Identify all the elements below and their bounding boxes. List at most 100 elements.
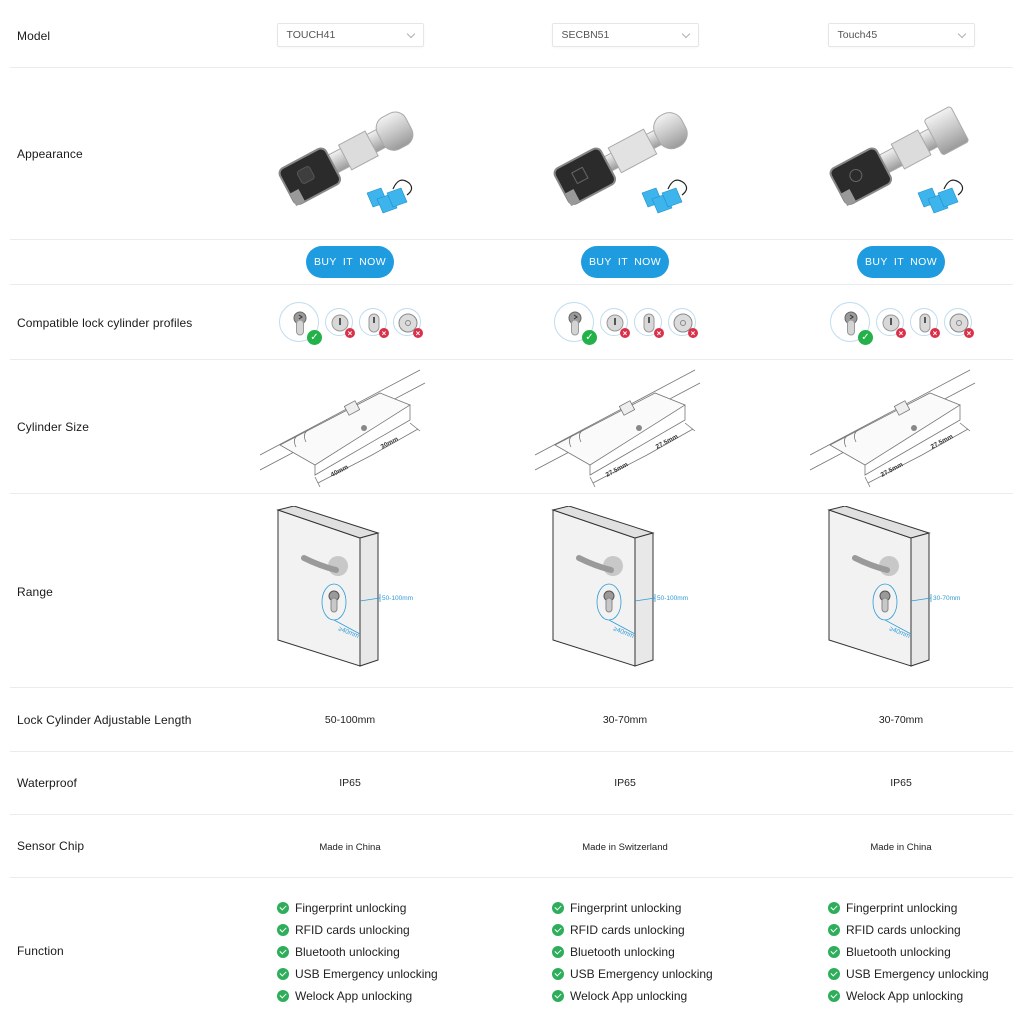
row-label-model: Model <box>17 29 51 43</box>
function-label: RFID cards unlocking <box>846 923 961 937</box>
cross-icon: × <box>654 328 664 338</box>
check-circle-icon <box>828 902 840 914</box>
door-range-illustration: 50-100mm≥40mm <box>551 506 688 667</box>
row-range: Range 50-100mm ≥40mm 50-100mm ≥40mm 30-70m… <box>10 494 1013 688</box>
sensor-chip-value: Made in China <box>319 841 381 853</box>
buy-cell-3: BUY IT NOW <box>816 246 986 278</box>
row-label-profiles: Compatible lock cylinder profiles <box>17 316 193 330</box>
round-profile-icon: × <box>325 308 355 338</box>
row-label-adjustable-length: Lock Cylinder Adjustable Length <box>17 713 192 727</box>
model-select-value: TOUCH41 <box>286 29 336 41</box>
check-circle-icon <box>552 990 564 1002</box>
model-select-2[interactable]: SECBN51 <box>551 23 699 47</box>
check-circle-icon <box>277 968 289 980</box>
cylinder-drawing-2: 27.5mm 27.5mm <box>535 365 705 489</box>
function-item: USB Emergency unlocking <box>828 963 989 985</box>
cross-icon: × <box>964 328 974 338</box>
check-circle-icon <box>277 924 289 936</box>
model-select-1[interactable]: TOUCH41 <box>276 23 424 47</box>
check-circle-icon <box>552 968 564 980</box>
oval-profile-icon: × <box>910 308 940 338</box>
product-image-3[interactable] <box>816 86 986 226</box>
cross-icon: × <box>930 328 940 338</box>
function-item: USB Emergency unlocking <box>277 963 438 985</box>
buy-it-now-button-3[interactable]: BUY IT NOW <box>857 246 945 278</box>
check-icon: ✓ <box>858 330 873 345</box>
function-item: USB Emergency unlocking <box>552 963 713 985</box>
cylinder-left-length: 40mm <box>330 464 350 479</box>
function-label: Fingerprint unlocking <box>570 901 682 915</box>
cross-icon: × <box>620 328 630 338</box>
row-profiles: Compatible lock cylinder profiles ✓ × × × ✓… <box>10 285 1013 360</box>
function-item: Fingerprint unlocking <box>828 897 989 919</box>
comparison-table: Model TOUCH41 SECBN51 Touch45 Appearance <box>10 0 1013 1024</box>
euro-profile-icon: ✓ <box>830 302 873 345</box>
chevron-down-icon <box>406 29 415 38</box>
waterproof-value: IP65 <box>339 777 361 789</box>
cylinder-illustration: 40mm 30mm <box>260 369 426 488</box>
check-circle-icon <box>828 946 840 958</box>
cylinder-illustration: 27.5mm27.5mm <box>535 369 701 488</box>
cross-icon: × <box>345 328 355 338</box>
function-item: RFID cards unlocking <box>277 919 438 941</box>
cross-icon: × <box>413 328 423 338</box>
profile-icons: ✓ × × × <box>830 302 974 345</box>
profiles-cell-1: ✓ × × × <box>265 300 435 345</box>
row-waterproof: Waterproof IP65 IP65 IP65 <box>10 752 1013 815</box>
function-label: Bluetooth unlocking <box>570 945 675 959</box>
door-range-illustration: 30-70mm≥40mm <box>827 506 960 667</box>
smart-lock-image <box>278 111 414 214</box>
round-disc-profile-icon: × <box>393 308 423 338</box>
oval-profile-icon: × <box>634 308 664 338</box>
function-label: Bluetooth unlocking <box>295 945 400 959</box>
cylinder-left-length: 27.5mm <box>605 461 630 479</box>
door-range-illustration: 50-100mm≥40mm <box>276 506 413 667</box>
cylinder-illustration: 27.5mm27.5mm <box>810 369 976 488</box>
row-sensor-chip: Sensor Chip Made in China Made in Switze… <box>10 815 1013 878</box>
row-label-range: Range <box>17 585 53 599</box>
oval-profile-icon: × <box>359 308 389 338</box>
function-label: Fingerprint unlocking <box>295 901 407 915</box>
model-cell-3: Touch45 <box>816 23 986 47</box>
row-cylinder-size: Cylinder Size 40mm 30mm 27.5mm 27.5mm 27.5… <box>10 360 1013 494</box>
function-item: RFID cards unlocking <box>552 919 713 941</box>
cylinder-drawing-1: 40mm 30mm <box>260 365 430 489</box>
buy-it-now-button-1[interactable]: BUY IT NOW <box>306 246 394 278</box>
row-buy: BUY IT NOW BUY IT NOW BUY IT NOW <box>10 240 1013 285</box>
function-label: USB Emergency unlocking <box>570 967 713 981</box>
waterproof-value: IP65 <box>890 777 912 789</box>
door-thickness-label: 30-70mm <box>933 595 960 602</box>
function-label: USB Emergency unlocking <box>295 967 438 981</box>
range-drawing-1: 50-100mm ≥40mm <box>272 506 442 676</box>
smart-lock-image <box>553 112 688 214</box>
row-label-sensor-chip: Sensor Chip <box>17 839 85 853</box>
waterproof-value: IP65 <box>614 777 636 789</box>
product-image-1[interactable] <box>265 86 435 226</box>
row-label-waterproof: Waterproof <box>17 776 77 790</box>
function-list-1: Fingerprint unlocking RFID cards unlockin… <box>277 897 438 1007</box>
model-select-3[interactable]: Touch45 <box>827 23 975 47</box>
function-item: Welock App unlocking <box>828 985 989 1007</box>
row-model: Model TOUCH41 SECBN51 Touch45 <box>10 0 1013 68</box>
function-item: RFID cards unlocking <box>828 919 989 941</box>
door-thickness-label: 50-100mm <box>382 595 413 602</box>
check-circle-icon <box>552 924 564 936</box>
function-item: Bluetooth unlocking <box>828 941 989 963</box>
product-image-2[interactable] <box>540 86 710 226</box>
euro-profile-icon: ✓ <box>554 302 597 345</box>
check-circle-icon <box>277 990 289 1002</box>
cross-icon: × <box>379 328 389 338</box>
function-label: Welock App unlocking <box>570 989 688 1003</box>
cylinder-left-length: 27.5mm <box>880 461 905 479</box>
model-select-value: SECBN51 <box>561 29 610 41</box>
row-label-function: Function <box>17 944 64 958</box>
function-label: Fingerprint unlocking <box>846 901 958 915</box>
function-label: RFID cards unlocking <box>570 923 685 937</box>
function-label: RFID cards unlocking <box>295 923 410 937</box>
function-item: Fingerprint unlocking <box>277 897 438 919</box>
range-drawing-2: 50-100mm ≥40mm <box>547 506 717 676</box>
function-item: Welock App unlocking <box>552 985 713 1007</box>
check-icon: ✓ <box>582 330 597 345</box>
buy-it-now-button-2[interactable]: BUY IT NOW <box>581 246 669 278</box>
round-disc-profile-icon: × <box>944 308 974 338</box>
